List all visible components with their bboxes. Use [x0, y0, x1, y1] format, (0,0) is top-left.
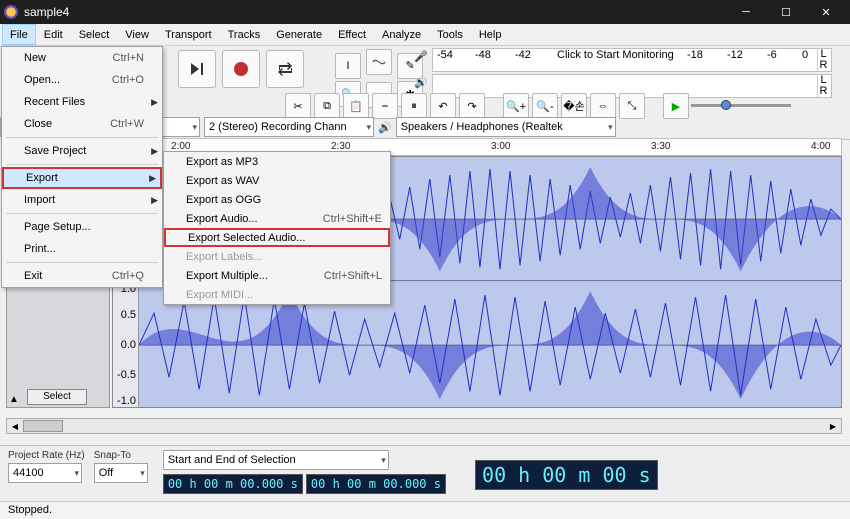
horizontal-scrollbar[interactable]: ◀ ▶: [6, 418, 842, 434]
minimize-button[interactable]: ─: [726, 0, 766, 24]
scroll-right-arrow[interactable]: ▶: [825, 419, 841, 433]
audio-position-time[interactable]: 00 h 00 m 00 s: [475, 460, 658, 490]
export-submenu: Export as MP3 Export as WAV Export as OG…: [163, 151, 391, 305]
project-rate-label: Project Rate (Hz): [8, 450, 85, 461]
file-open[interactable]: Open...Ctrl+O: [2, 69, 162, 91]
selection-mode-combo[interactable]: Start and End of Selection: [163, 450, 389, 470]
output-device-combo[interactable]: Speakers / Headphones (Realtek: [396, 117, 616, 137]
file-close[interactable]: CloseCtrl+W: [2, 113, 162, 135]
channels-combo[interactable]: 2 (Stereo) Recording Chann: [204, 117, 374, 137]
file-import[interactable]: Import▶: [2, 189, 162, 211]
export-multiple[interactable]: Export Multiple...Ctrl+Shift+L: [164, 266, 390, 285]
selection-end-time[interactable]: 00 h 00 m 00.000 s: [306, 474, 446, 494]
menubar: File Edit Select View Transport Tracks G…: [0, 24, 850, 46]
file-save-project[interactable]: Save Project▶: [2, 140, 162, 162]
titlebar: sample4 ─ ☐ ✕: [0, 0, 850, 24]
loop-button[interactable]: [266, 50, 304, 88]
speaker-icon[interactable]: 🔊: [414, 76, 428, 89]
menu-tracks[interactable]: Tracks: [220, 24, 269, 45]
selection-start-time[interactable]: 00 h 00 m 00.000 s: [163, 474, 303, 494]
file-page-setup[interactable]: Page Setup...: [2, 216, 162, 238]
speed-slider[interactable]: [691, 92, 791, 118]
menu-select[interactable]: Select: [71, 24, 118, 45]
skip-end-button[interactable]: [178, 50, 216, 88]
record-icon: [234, 62, 248, 76]
selection-toolbar: Project Rate (Hz) 44100 Snap-To Off Star…: [0, 445, 850, 501]
project-rate-combo[interactable]: 44100: [8, 463, 82, 483]
status-text: Stopped.: [8, 504, 52, 516]
track-select-button[interactable]: Select: [27, 389, 87, 405]
mic-icon[interactable]: 🎤: [414, 50, 428, 63]
recording-meter[interactable]: -54 -48 -42 Click to Start Monitoring -1…: [432, 48, 832, 72]
export-audio[interactable]: Export Audio...Ctrl+Shift+E: [164, 209, 390, 228]
file-recent[interactable]: Recent Files▶: [2, 91, 162, 113]
output-speaker-icon: 🔊: [378, 121, 392, 134]
envelope-tool[interactable]: [366, 49, 392, 75]
window-title: sample4: [24, 5, 726, 19]
meter-prompt: Click to Start Monitoring: [557, 49, 674, 61]
file-print[interactable]: Print...: [2, 238, 162, 260]
menu-analyze[interactable]: Analyze: [374, 24, 429, 45]
menu-view[interactable]: View: [117, 24, 157, 45]
menu-transport[interactable]: Transport: [157, 24, 220, 45]
menu-file[interactable]: File: [2, 24, 36, 45]
snap-to-label: Snap-To: [94, 450, 148, 461]
menu-edit[interactable]: Edit: [36, 24, 71, 45]
export-selected-audio[interactable]: Export Selected Audio...: [164, 228, 390, 247]
export-wav[interactable]: Export as WAV: [164, 171, 390, 190]
file-new[interactable]: NewCtrl+N: [2, 47, 162, 69]
maximize-button[interactable]: ☐: [766, 0, 806, 24]
meter-rl: LR: [817, 49, 829, 71]
file-exit[interactable]: ExitCtrl+Q: [2, 265, 162, 287]
file-menu-dropdown: NewCtrl+N Open...Ctrl+O Recent Files▶ Cl…: [1, 46, 163, 288]
meter-ticks: -54 -48 -42 Click to Start Monitoring -1…: [437, 49, 817, 71]
close-button[interactable]: ✕: [806, 0, 846, 24]
menu-generate[interactable]: Generate: [268, 24, 330, 45]
file-export[interactable]: Export▶: [2, 167, 162, 189]
selection-tool[interactable]: I: [335, 53, 361, 79]
scroll-left-arrow[interactable]: ◀: [7, 419, 23, 433]
export-midi[interactable]: Export MIDI...: [164, 285, 390, 304]
export-mp3[interactable]: Export as MP3: [164, 152, 390, 171]
menu-effect[interactable]: Effect: [330, 24, 374, 45]
app-icon: [4, 5, 18, 19]
snap-to-combo[interactable]: Off: [94, 463, 148, 483]
menu-help[interactable]: Help: [471, 24, 510, 45]
export-labels[interactable]: Export Labels...: [164, 247, 390, 266]
menu-tools[interactable]: Tools: [429, 24, 471, 45]
scroll-thumb[interactable]: [23, 420, 63, 432]
status-bar: Stopped.: [0, 501, 850, 519]
record-button[interactable]: [222, 50, 260, 88]
track-collapse[interactable]: ▲: [9, 394, 19, 405]
export-ogg[interactable]: Export as OGG: [164, 190, 390, 209]
